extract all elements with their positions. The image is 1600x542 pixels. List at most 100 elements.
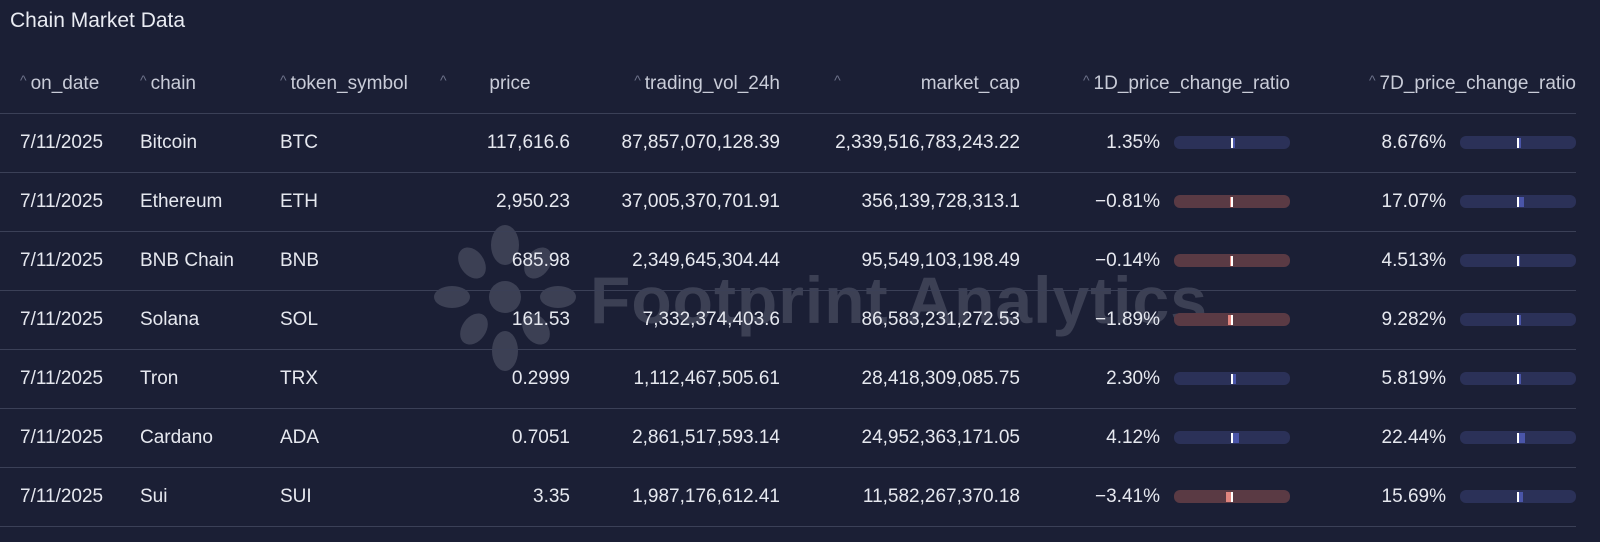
table-row[interactable]: 7/11/2025 Solana SOL 161.53 7,332,374,403.6 8… xyxy=(0,290,1576,350)
change-ratio-zero-tick xyxy=(1517,197,1519,207)
cell-7d-price-change-ratio: 9.282% xyxy=(1290,290,1576,350)
cell-market-cap: 95,549,103,198.49 xyxy=(780,231,1020,291)
change-ratio-bar xyxy=(1460,372,1576,385)
sort-arrow-icon[interactable]: ^ xyxy=(140,72,147,88)
change-ratio-bar-fill xyxy=(1519,256,1520,266)
panel-title: Chain Market Data xyxy=(10,9,186,32)
column-header-chain[interactable]: ^ chain xyxy=(140,56,280,114)
cell-on-date: 7/11/2025 xyxy=(0,172,140,232)
table-body: 7/11/2025 Bitcoin BTC 117,616.6 87,857,070,1… xyxy=(0,113,1576,527)
change-ratio-zero-tick xyxy=(1517,315,1519,325)
change-ratio-bar-fill xyxy=(1519,433,1525,443)
change-ratio-text: −1.89% xyxy=(1095,308,1160,330)
column-header-market-cap[interactable]: ^ market_cap xyxy=(780,56,1020,114)
cell-1d-price-change-ratio: 2.30% xyxy=(1020,349,1290,409)
change-ratio-text: 8.676% xyxy=(1381,131,1446,153)
change-ratio-zero-tick xyxy=(1517,256,1519,266)
change-ratio-zero-tick xyxy=(1517,374,1519,384)
cell-price: 685.98 xyxy=(440,231,570,291)
cell-1d-price-change-ratio: −0.81% xyxy=(1020,172,1290,232)
table-header-row: ^ on_date ^ chain ^ token_symbol ^ price ^ tr… xyxy=(0,56,1576,114)
change-ratio-zero-tick xyxy=(1231,138,1233,148)
cell-price: 117,616.6 xyxy=(440,113,570,173)
cell-token-symbol: SOL xyxy=(280,290,440,350)
table-row[interactable]: 7/11/2025 Ethereum ETH 2,950.23 37,005,370,7… xyxy=(0,172,1576,232)
cell-7d-price-change-ratio: 5.819% xyxy=(1290,349,1576,409)
cell-on-date: 7/11/2025 xyxy=(0,231,140,291)
change-ratio-zero-tick xyxy=(1231,492,1233,502)
cell-chain: BNB Chain xyxy=(140,231,280,291)
change-ratio-zero-tick xyxy=(1231,197,1233,207)
change-ratio-zero-tick xyxy=(1231,315,1233,325)
market-data-table: ^ on_date ^ chain ^ token_symbol ^ price ^ tr… xyxy=(0,56,1576,527)
cell-market-cap: 11,582,267,370.18 xyxy=(780,467,1020,527)
change-ratio-text: 22.44% xyxy=(1381,426,1446,448)
change-ratio-bar xyxy=(1174,431,1290,444)
sort-arrow-icon[interactable]: ^ xyxy=(834,72,841,88)
change-ratio-bar xyxy=(1174,313,1290,326)
change-ratio-bar xyxy=(1174,254,1290,267)
change-ratio-bar-fill xyxy=(1519,492,1523,502)
cell-price: 0.2999 xyxy=(440,349,570,409)
column-header-trading-vol-24h[interactable]: ^ trading_vol_24h xyxy=(570,56,780,114)
cell-chain: Solana xyxy=(140,290,280,350)
cell-1d-price-change-ratio: −1.89% xyxy=(1020,290,1290,350)
sort-arrow-icon[interactable]: ^ xyxy=(1369,72,1376,88)
cell-market-cap: 28,418,309,085.75 xyxy=(780,349,1020,409)
change-ratio-bar-fill xyxy=(1519,315,1521,325)
sort-arrow-icon[interactable]: ^ xyxy=(634,72,641,88)
change-ratio-bar xyxy=(1174,490,1290,503)
table-row[interactable]: 7/11/2025 Sui SUI 3.35 1,987,176,612.41 11,58… xyxy=(0,467,1576,527)
cell-1d-price-change-ratio: 4.12% xyxy=(1020,408,1290,468)
cell-1d-price-change-ratio: −3.41% xyxy=(1020,467,1290,527)
cell-chain: Cardano xyxy=(140,408,280,468)
cell-market-cap: 356,139,728,313.1 xyxy=(780,172,1020,232)
change-ratio-bar-fill xyxy=(1233,138,1235,148)
cell-token-symbol: SUI xyxy=(280,467,440,527)
column-header-price[interactable]: ^ price xyxy=(440,56,570,114)
change-ratio-zero-tick xyxy=(1517,138,1519,148)
cell-1d-price-change-ratio: −0.14% xyxy=(1020,231,1290,291)
table-row[interactable]: 7/11/2025 Tron TRX 0.2999 1,112,467,505.61 28… xyxy=(0,349,1576,409)
change-ratio-bar xyxy=(1460,313,1576,326)
cell-market-cap: 86,583,231,272.53 xyxy=(780,290,1020,350)
sort-arrow-icon[interactable]: ^ xyxy=(280,72,287,88)
change-ratio-text: 1.35% xyxy=(1106,131,1160,153)
cell-trading-vol-24h: 2,349,645,304.44 xyxy=(570,231,780,291)
change-ratio-text: 2.30% xyxy=(1106,367,1160,389)
column-header-token-symbol[interactable]: ^ token_symbol xyxy=(280,56,440,114)
column-header-1d-price-change-ratio[interactable]: ^ 1D_price_change_ratio xyxy=(1020,56,1290,114)
cell-7d-price-change-ratio: 8.676% xyxy=(1290,113,1576,173)
sort-arrow-icon[interactable]: ^ xyxy=(440,72,447,88)
cell-trading-vol-24h: 87,857,070,128.39 xyxy=(570,113,780,173)
change-ratio-bar xyxy=(1174,136,1290,149)
cell-price: 3.35 xyxy=(440,467,570,527)
change-ratio-zero-tick xyxy=(1517,433,1519,443)
column-header-on-date[interactable]: ^ on_date xyxy=(0,56,140,114)
change-ratio-zero-tick xyxy=(1231,374,1233,384)
cell-market-cap: 24,952,363,171.05 xyxy=(780,408,1020,468)
cell-chain: Tron xyxy=(140,349,280,409)
table-row[interactable]: 7/11/2025 Cardano ADA 0.7051 2,861,517,593.1… xyxy=(0,408,1576,468)
cell-trading-vol-24h: 7,332,374,403.6 xyxy=(570,290,780,350)
cell-token-symbol: ADA xyxy=(280,408,440,468)
table-row[interactable]: 7/11/2025 BNB Chain BNB 685.98 2,349,645,304… xyxy=(0,231,1576,291)
change-ratio-bar xyxy=(1460,431,1576,444)
table-row[interactable]: 7/11/2025 Bitcoin BTC 117,616.6 87,857,070,1… xyxy=(0,113,1576,173)
cell-1d-price-change-ratio: 1.35% xyxy=(1020,113,1290,173)
cell-7d-price-change-ratio: 15.69% xyxy=(1290,467,1576,527)
change-ratio-bar xyxy=(1460,136,1576,149)
sort-arrow-icon[interactable]: ^ xyxy=(1083,72,1090,88)
change-ratio-bar-fill xyxy=(1519,138,1521,148)
change-ratio-bar xyxy=(1460,254,1576,267)
cell-on-date: 7/11/2025 xyxy=(0,408,140,468)
cell-token-symbol: BTC xyxy=(280,113,440,173)
change-ratio-text: −3.41% xyxy=(1095,485,1160,507)
change-ratio-text: −0.14% xyxy=(1095,249,1160,271)
sort-arrow-icon[interactable]: ^ xyxy=(20,72,27,88)
change-ratio-text: 5.819% xyxy=(1381,367,1446,389)
change-ratio-zero-tick xyxy=(1231,256,1233,266)
column-header-7d-price-change-ratio[interactable]: ^ 7D_price_change_ratio xyxy=(1290,56,1576,114)
cell-trading-vol-24h: 2,861,517,593.14 xyxy=(570,408,780,468)
change-ratio-text: 4.513% xyxy=(1381,249,1446,271)
